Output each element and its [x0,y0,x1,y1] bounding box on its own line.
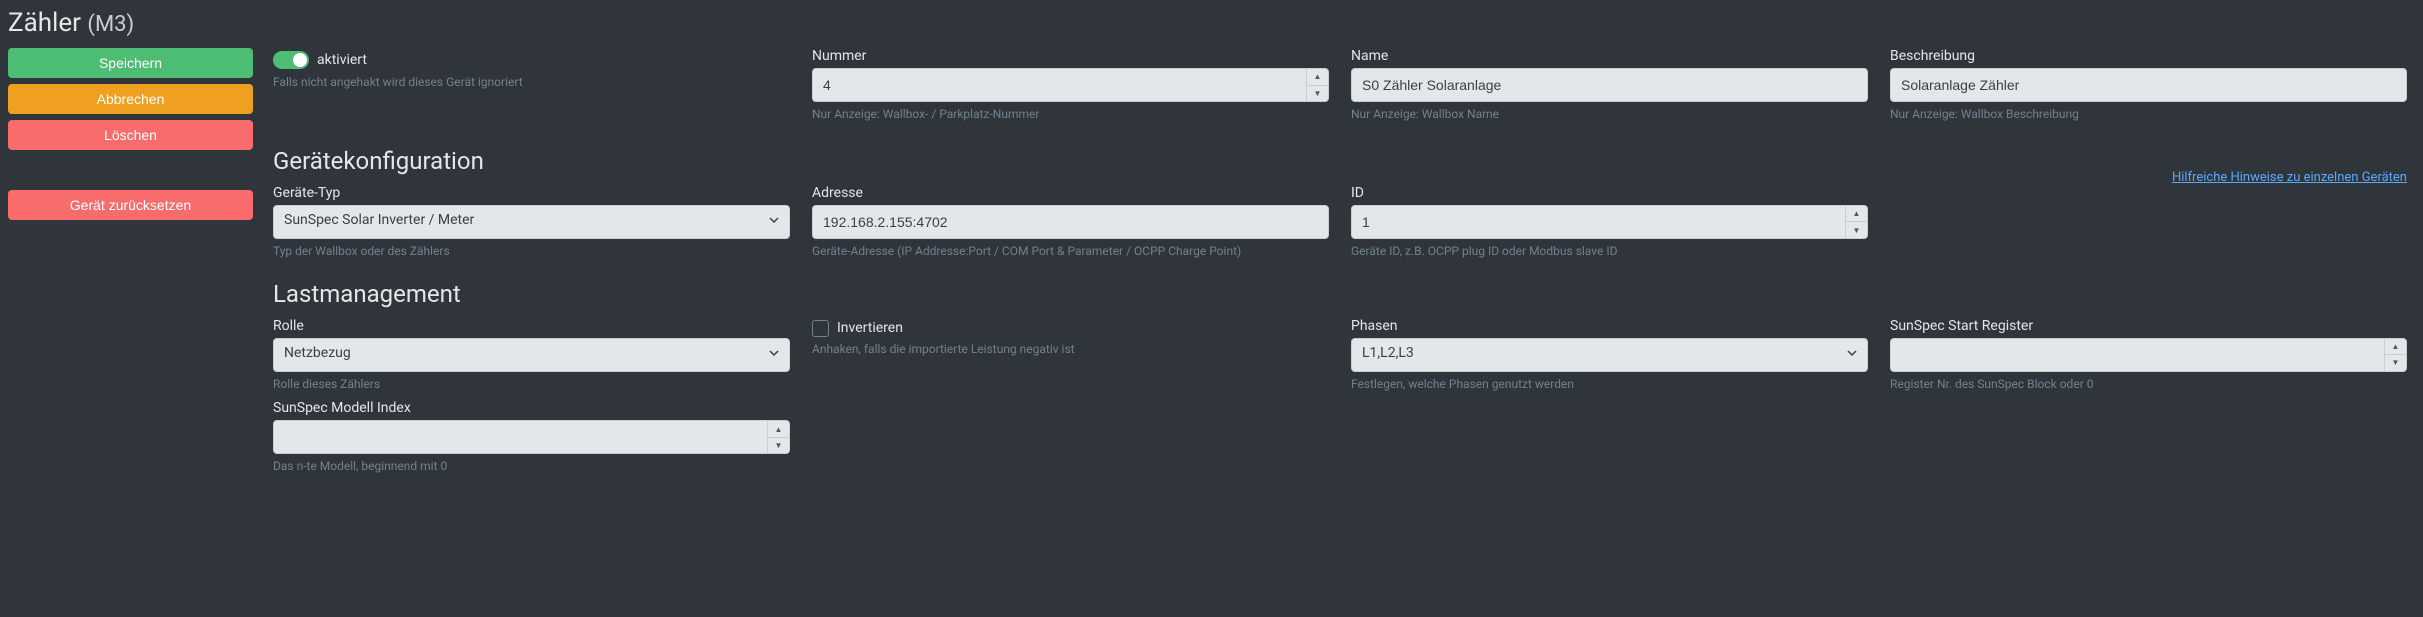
toggle-knob [293,53,307,67]
description-label: Beschreibung [1890,48,2407,64]
activated-toggle[interactable] [273,51,309,69]
address-label: Adresse [812,185,1329,201]
model-index-stepper[interactable]: ▲ ▼ [767,421,789,453]
number-stepper[interactable]: ▲ ▼ [1306,69,1328,101]
name-input[interactable] [1351,68,1868,102]
page-title: Zähler (M3) [8,8,2407,38]
name-help: Nur Anzeige: Wallbox Name [1351,106,1868,123]
page-title-sub: (M3) [87,12,134,37]
start-register-stepper[interactable]: ▲ ▼ [2384,339,2406,371]
device-type-help: Typ der Wallbox oder des Zählers [273,243,790,260]
activated-help: Falls nicht angehakt wird dieses Gerät i… [273,74,790,91]
id-input[interactable] [1351,205,1868,239]
model-index-label: SunSpec Modell Index [273,400,790,416]
role-help: Rolle dieses Zählers [273,376,790,393]
start-register-help: Register Nr. des SunSpec Block oder 0 [1890,376,2407,393]
device-type-select[interactable]: SunSpec Solar Inverter / Meter [273,205,790,239]
device-help-link[interactable]: Hilfreiche Hinweise zu einzelnen Geräten [2172,170,2407,185]
chevron-up-icon[interactable]: ▲ [2384,339,2406,356]
action-sidebar: Speichern Abbrechen Löschen Gerät zurück… [8,48,253,479]
role-label: Rolle [273,318,790,334]
number-label: Nummer [812,48,1329,64]
reset-device-button[interactable]: Gerät zurücksetzen [8,190,253,220]
chevron-down-icon[interactable]: ▼ [767,438,789,454]
chevron-down-icon[interactable]: ▼ [1845,222,1867,238]
chevron-up-icon[interactable]: ▲ [1306,69,1328,86]
description-input[interactable] [1890,68,2407,102]
number-help: Nur Anzeige: Wallbox- / Parkplatz-Nummer [812,106,1329,123]
phases-select[interactable]: L1,L2,L3 [1351,338,1868,372]
name-label: Name [1351,48,1868,64]
device-type-label: Geräte-Typ [273,185,790,201]
chevron-down-icon[interactable]: ▼ [2384,355,2406,371]
id-label: ID [1351,185,1868,201]
delete-button[interactable]: Löschen [8,120,253,150]
invert-checkbox[interactable] [812,320,829,337]
address-input[interactable] [812,205,1329,239]
load-mgmt-heading: Lastmanagement [273,280,2407,308]
device-config-heading: Gerätekonfiguration [273,147,484,175]
role-select[interactable]: Netzbezug [273,338,790,372]
invert-help: Anhaken, falls die importierte Leistung … [812,341,1329,358]
chevron-down-icon[interactable]: ▼ [1306,86,1328,102]
chevron-up-icon[interactable]: ▲ [767,421,789,438]
number-input[interactable] [812,68,1329,102]
cancel-button[interactable]: Abbrechen [8,84,253,114]
save-button[interactable]: Speichern [8,48,253,78]
page-title-main: Zähler [8,8,81,38]
model-index-input[interactable] [273,420,790,454]
model-index-help: Das n-te Modell, beginnend mit 0 [273,458,790,475]
activated-label: aktiviert [317,52,367,68]
start-register-label: SunSpec Start Register [1890,318,2407,334]
invert-label: Invertieren [837,320,903,336]
address-help: Geräte-Adresse (IP Addresse:Port / COM P… [812,243,1329,260]
phases-help: Festlegen, welche Phasen genutzt werden [1351,376,1868,393]
id-stepper[interactable]: ▲ ▼ [1845,206,1867,238]
chevron-up-icon[interactable]: ▲ [1845,206,1867,223]
phases-label: Phasen [1351,318,1868,334]
id-help: Geräte ID, z.B. OCPP plug ID oder Modbus… [1351,243,1868,260]
start-register-input[interactable] [1890,338,2407,372]
description-help: Nur Anzeige: Wallbox Beschreibung [1890,106,2407,123]
